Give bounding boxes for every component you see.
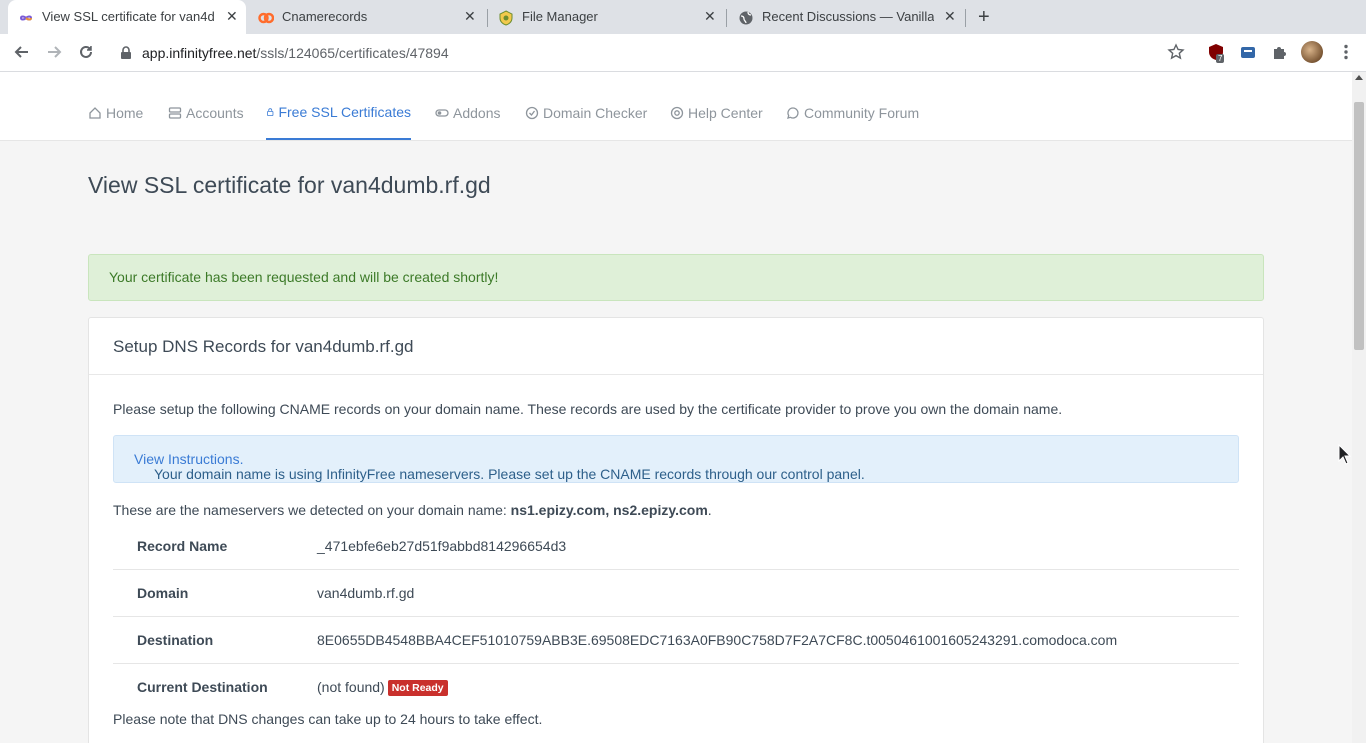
mouse-cursor-icon bbox=[1338, 444, 1352, 465]
url-text: app.infinityfree.net/ssls/124065/certifi… bbox=[142, 45, 449, 61]
info-alert-text: Your domain name is using InfinityFree n… bbox=[134, 451, 865, 482]
record-value: 8E0655DB4548BBA4CEF51010759ABB3E.69508ED… bbox=[317, 632, 1118, 648]
nameservers-prefix: These are the nameservers we detected on… bbox=[113, 502, 507, 518]
nav-item-domain-checker[interactable]: Domain Checker bbox=[525, 85, 647, 140]
main-navigation: Home Accounts Free SSL Certificates Addo… bbox=[0, 85, 1352, 141]
nav-item-accounts[interactable]: Accounts bbox=[168, 85, 244, 140]
record-key: Record Name bbox=[137, 538, 228, 554]
browser-toolbar: app.infinityfree.net/ssls/124065/certifi… bbox=[0, 34, 1366, 72]
address-bar[interactable]: app.infinityfree.net/ssls/124065/certifi… bbox=[112, 37, 1198, 67]
tab-cnamerecords[interactable]: Cnamerecords ✕ bbox=[248, 0, 486, 34]
browser-tab-bar: View SSL certificate for van4d ✕ Cnamere… bbox=[0, 0, 1366, 34]
bookmark-star-icon[interactable] bbox=[1167, 43, 1185, 61]
nav-item-label: Free SSL Certificates bbox=[278, 103, 411, 120]
nameservers-text: These are the nameservers we detected on… bbox=[113, 502, 712, 518]
reload-icon[interactable] bbox=[76, 42, 96, 62]
tab-recent-discussions[interactable]: Recent Discussions — Vanilla ✕ bbox=[728, 0, 966, 34]
infinityfree-icon bbox=[19, 15, 33, 21]
nav-item-help-center[interactable]: Help Center bbox=[670, 85, 763, 140]
close-tab-icon[interactable]: ✕ bbox=[944, 8, 956, 25]
forward-icon[interactable] bbox=[44, 42, 64, 62]
view-instructions-link[interactable]: View Instructions. bbox=[134, 451, 243, 467]
record-key: Current Destination bbox=[137, 679, 268, 695]
nameservers-value: ns1.epizy.com, ns2.epizy.com bbox=[510, 502, 708, 518]
page-title: View SSL certificate for van4dumb.rf.gd bbox=[88, 172, 491, 198]
header-strip bbox=[0, 72, 1352, 86]
new-tab-button[interactable]: + bbox=[978, 6, 990, 29]
nav-item-label: Help Center bbox=[688, 104, 763, 121]
record-row-destination: Destination 8E0655DB4548BBA4CEF51010759A… bbox=[113, 617, 1239, 664]
nav-item-community-forum[interactable]: Community Forum bbox=[786, 85, 919, 140]
avatar[interactable] bbox=[1301, 41, 1323, 63]
server-icon bbox=[168, 106, 182, 119]
dns-note: Please note that DNS changes can take up… bbox=[113, 711, 543, 727]
nav-item-label: Community Forum bbox=[804, 104, 920, 121]
record-row-record-name: Record Name _471ebfe6eb27d51f9abbd814296… bbox=[113, 523, 1239, 570]
tab-title: View SSL certificate for van4d bbox=[42, 9, 215, 24]
nav-item-label: Accounts bbox=[186, 104, 244, 121]
close-tab-icon[interactable]: ✕ bbox=[226, 8, 238, 25]
tab-file-manager[interactable]: File Manager ✕ bbox=[488, 0, 726, 34]
tab-title: File Manager bbox=[522, 9, 598, 24]
nameservers-suffix: . bbox=[707, 502, 712, 518]
close-tab-icon[interactable]: ✕ bbox=[464, 8, 476, 25]
extension-badge: 7 bbox=[1216, 54, 1225, 63]
instructions-text: Please setup the following CNAME records… bbox=[113, 401, 1063, 417]
record-value: _471ebfe6eb27d51f9abbd814296654d3 bbox=[317, 538, 567, 554]
filemanager-icon bbox=[499, 10, 513, 26]
nav-item-label: Domain Checker bbox=[543, 104, 648, 121]
ublock-extension-icon[interactable]: 7 bbox=[1207, 43, 1229, 65]
extension-icon[interactable] bbox=[1239, 43, 1257, 61]
info-alert: Your domain name is using InfinityFree n… bbox=[113, 435, 1239, 483]
dns-records-card: Setup DNS Records for van4dumb.rf.gd Ple… bbox=[88, 317, 1264, 743]
card-header: Setup DNS Records for van4dumb.rf.gd bbox=[89, 318, 1263, 375]
tab-title: Cnamerecords bbox=[282, 9, 368, 24]
chat-icon bbox=[787, 106, 799, 119]
scrollbar-thumb[interactable] bbox=[1354, 102, 1364, 350]
url-host: app.infinityfree.net bbox=[142, 45, 257, 61]
nav-item-free-ssl[interactable]: Free SSL Certificates bbox=[266, 85, 411, 140]
back-icon[interactable] bbox=[12, 42, 32, 62]
info-message: Your domain name is using InfinityFree n… bbox=[154, 466, 865, 482]
close-tab-icon[interactable]: ✕ bbox=[704, 8, 716, 25]
lifebuoy-icon bbox=[670, 106, 684, 119]
status-badge: Not Ready bbox=[387, 680, 448, 696]
nav-item-label: Home bbox=[106, 104, 144, 121]
card-title: Setup DNS Records for van4dumb.rf.gd bbox=[113, 337, 414, 356]
record-value: van4dumb.rf.gd bbox=[317, 585, 415, 601]
scroll-up-arrow-icon[interactable] bbox=[1355, 75, 1363, 80]
globe-icon bbox=[739, 11, 753, 25]
tab-separator bbox=[726, 9, 727, 27]
tab-separator bbox=[965, 9, 966, 27]
record-value: (not found) bbox=[317, 679, 385, 695]
record-key: Domain bbox=[137, 585, 189, 601]
home-icon bbox=[89, 106, 101, 119]
puzzle-icon[interactable] bbox=[1271, 43, 1289, 61]
nav-item-home[interactable]: Home bbox=[88, 85, 143, 140]
record-key: Destination bbox=[137, 632, 214, 648]
toggle-icon bbox=[435, 108, 449, 117]
check-circle-icon bbox=[525, 106, 539, 119]
record-row-domain: Domain van4dumb.rf.gd bbox=[113, 570, 1239, 617]
tab-ssl-certificate[interactable]: View SSL certificate for van4d ✕ bbox=[8, 0, 246, 34]
record-value-wrap: (not found) Not Ready bbox=[317, 679, 448, 696]
record-row-current-destination: Current Destination (not found) Not Ready bbox=[113, 664, 1239, 711]
tab-title: Recent Discussions — Vanilla bbox=[762, 9, 934, 24]
url-path: /ssls/124065/certificates/47894 bbox=[256, 45, 449, 61]
menu-dots-icon[interactable] bbox=[1337, 43, 1355, 61]
success-message: Your certificate has been requested and … bbox=[109, 269, 499, 285]
lock-icon bbox=[267, 107, 274, 116]
nav-item-label: Addons bbox=[453, 104, 501, 121]
lock-icon bbox=[121, 46, 131, 59]
success-alert: Your certificate has been requested and … bbox=[88, 254, 1264, 301]
nav-item-addons[interactable]: Addons bbox=[435, 85, 500, 140]
page-viewport: Home Accounts Free SSL Certificates Addo… bbox=[0, 72, 1352, 743]
page-scrollbar[interactable] bbox=[1352, 72, 1366, 743]
cpanel-icon bbox=[258, 12, 274, 24]
